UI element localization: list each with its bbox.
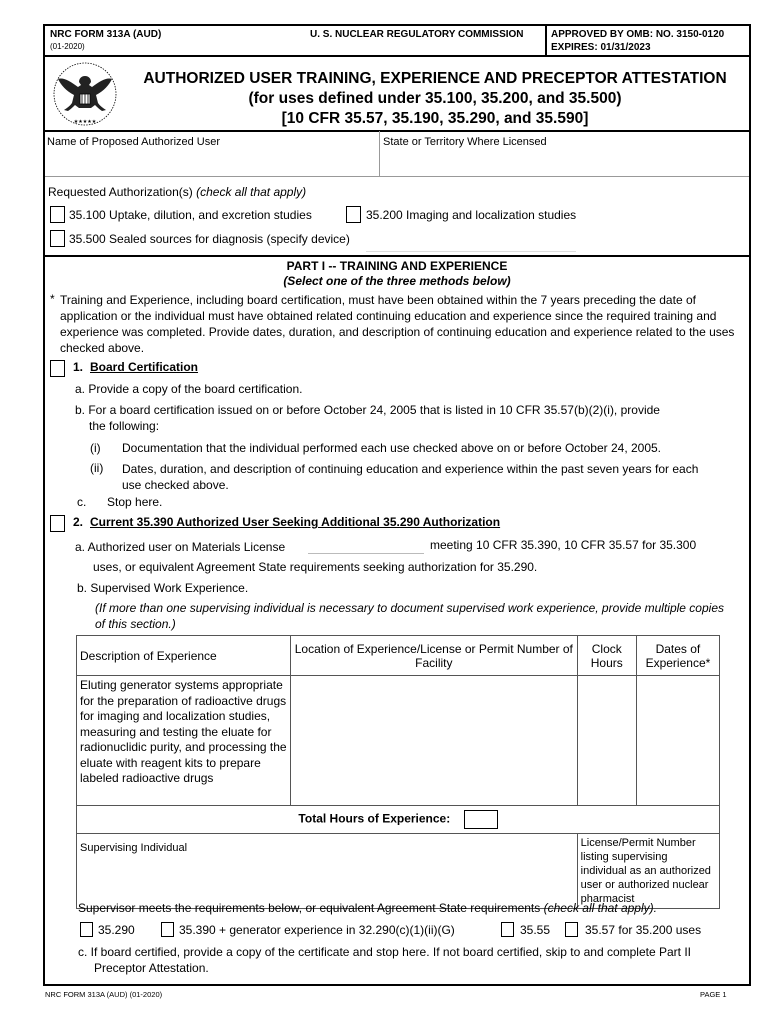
method1-item-b: b. For a board certification issued on o… <box>75 403 660 433</box>
supervisor-option-35-290: 35.290 <box>98 923 135 937</box>
fields-divider <box>45 176 749 177</box>
supervisor-meets-hint: (check all that apply). <box>543 901 657 915</box>
experience-description: Eluting generator systems appropriate fo… <box>76 675 291 806</box>
supervisor-row: Supervising Individual License/Permit Nu… <box>76 833 721 909</box>
col-location: Location of Experience/License or Permit… <box>289 635 578 676</box>
experience-clock-hours-input[interactable] <box>576 675 637 806</box>
total-hours-cell: Total Hours of Experience: <box>76 805 720 834</box>
part1-heading: PART I -- TRAINING AND EXPERIENCE <box>286 259 508 273</box>
option-35-200-label: 35.200 Imaging and localization studies <box>366 208 577 222</box>
table-header-row: Description of Experience Location of Ex… <box>76 635 721 676</box>
supervisor-meets-label: Supervisor meets the requirements below,… <box>78 901 541 915</box>
total-hours-label: Total Hours of Experience: <box>298 811 451 826</box>
checkbox-supervisor-35-390-generator[interactable] <box>161 922 174 937</box>
experience-dates-input[interactable] <box>635 675 721 806</box>
supervisor-license-label: License/Permit Number listing supervisin… <box>580 837 711 905</box>
method1-title: Board Certification <box>90 360 199 374</box>
col-dates: Dates of Experience* <box>635 635 721 676</box>
checkbox-35-200[interactable] <box>346 206 361 223</box>
col-clock-hours: Clock Hours <box>576 635 637 676</box>
form-subtitle-cfr: [10 CFR 35.57, 35.190, 35.290, and 35.59… <box>281 110 589 127</box>
method1-number: 1. <box>73 360 84 374</box>
requested-label-text: Requested Authorization(s) <box>48 185 193 199</box>
checkbox-35-500[interactable] <box>50 230 65 247</box>
method2-title: Current 35.390 Authorized User Seeking A… <box>90 515 501 529</box>
device-input[interactable] <box>366 238 576 252</box>
method2-item-b-note: (If more than one supervising individual… <box>95 601 724 631</box>
form-number: NRC FORM 313A (AUD) <box>50 29 162 40</box>
method1-item-b-ii-num: (ii) <box>90 461 104 475</box>
supervised-experience-table: Description of Experience Location of Ex… <box>76 635 721 909</box>
name-input[interactable] <box>46 150 376 174</box>
state-input[interactable] <box>382 150 747 174</box>
supervisor-meets-text: Supervisor meets the requirements below,… <box>78 901 657 915</box>
total-hours-row: Total Hours of Experience: <box>76 805 720 834</box>
method2-item-a-post: meeting 10 CFR 35.390, 10 CFR 35.57 for … <box>430 538 697 552</box>
total-hours-input[interactable] <box>463 810 498 829</box>
method1-item-b-ii: Dates, duration, and description of cont… <box>122 462 699 492</box>
part1-divider <box>43 255 751 257</box>
footer-form-id: NRC FORM 313A (AUD) (01-2020) <box>45 990 163 999</box>
method1-item-c: Stop here. <box>107 495 163 509</box>
nrc-seal-icon: ★★★★★ <box>50 60 120 128</box>
name-state-divider <box>379 131 380 176</box>
expiration-date: EXPIRES: 01/31/2023 <box>551 42 651 53</box>
svg-text:★★★★★: ★★★★★ <box>74 119 97 125</box>
supervisor-option-35-390-generator: 35.390 + generator experience in 32.290(… <box>179 923 455 937</box>
form-subtitle-uses: (for uses defined under 35.100, 35.200, … <box>248 90 622 107</box>
col-description: Description of Experience <box>76 635 291 676</box>
supervisor-option-35-55: 35.55 <box>520 923 551 937</box>
checkbox-supervisor-35-290[interactable] <box>80 922 93 937</box>
requested-hint: (check all that apply) <box>196 185 307 199</box>
name-label: Name of Proposed Authorized User <box>47 136 221 148</box>
requested-authorizations-label: Requested Authorization(s) (check all th… <box>48 185 306 199</box>
materials-license-input[interactable] <box>308 540 424 554</box>
table-row: Eluting generator systems appropriate fo… <box>76 675 721 806</box>
supervising-individual-cell[interactable]: Supervising Individual <box>76 833 578 909</box>
option-35-100-label: 35.100 Uptake, dilution, and excretion s… <box>69 208 312 222</box>
experience-location-input[interactable] <box>289 675 578 806</box>
method1-item-b-i: Documentation that the individual perfor… <box>122 441 662 455</box>
checkbox-current-35-390-user[interactable] <box>50 515 65 532</box>
method2-item-a-cont: uses, or equivalent Agreement State requ… <box>93 560 538 574</box>
method2-item-c: c. If board certified, provide a copy of… <box>78 945 691 975</box>
state-label: State or Territory Where Licensed <box>383 136 547 148</box>
training-note: Training and Experience, including board… <box>60 293 735 355</box>
method2-item-b: b. Supervised Work Experience. <box>77 581 249 595</box>
part1-subheading: (Select one of the three methods below) <box>283 274 511 288</box>
checkbox-supervisor-35-55[interactable] <box>501 922 514 937</box>
supervisor-license-cell[interactable]: License/Permit Number listing supervisin… <box>576 833 721 909</box>
header-divider <box>43 55 751 57</box>
checkbox-board-certification[interactable] <box>50 360 65 377</box>
omb-number: APPROVED BY OMB: NO. 3150-0120 <box>551 29 725 40</box>
method2-number: 2. <box>73 515 84 529</box>
method2-item-a-pre: a. Authorized user on Materials License <box>75 540 286 554</box>
option-35-500-label: 35.500 Sealed sources for diagnosis (spe… <box>69 232 350 246</box>
method1-item-a: a. Provide a copy of the board certifica… <box>75 382 303 396</box>
checkbox-35-100[interactable] <box>50 206 65 223</box>
method1-item-b-i-num: (i) <box>90 441 101 455</box>
header-omb-divider <box>545 24 547 56</box>
agency-name: U. S. NUCLEAR REGULATORY COMMISSION <box>310 29 524 40</box>
supervising-individual-label: Supervising Individual <box>80 842 188 854</box>
form-date: (01-2020) <box>50 42 85 51</box>
note-asterisk: * <box>50 292 55 306</box>
form-title: AUTHORIZED USER TRAINING, EXPERIENCE AND… <box>143 70 727 87</box>
title-divider <box>43 130 751 132</box>
supervisor-option-35-57: 35.57 for 35.200 uses <box>585 923 702 937</box>
footer-page-number: PAGE 1 <box>700 990 727 999</box>
checkbox-supervisor-35-57[interactable] <box>565 922 578 937</box>
method1-item-c-num: c. <box>77 495 87 509</box>
